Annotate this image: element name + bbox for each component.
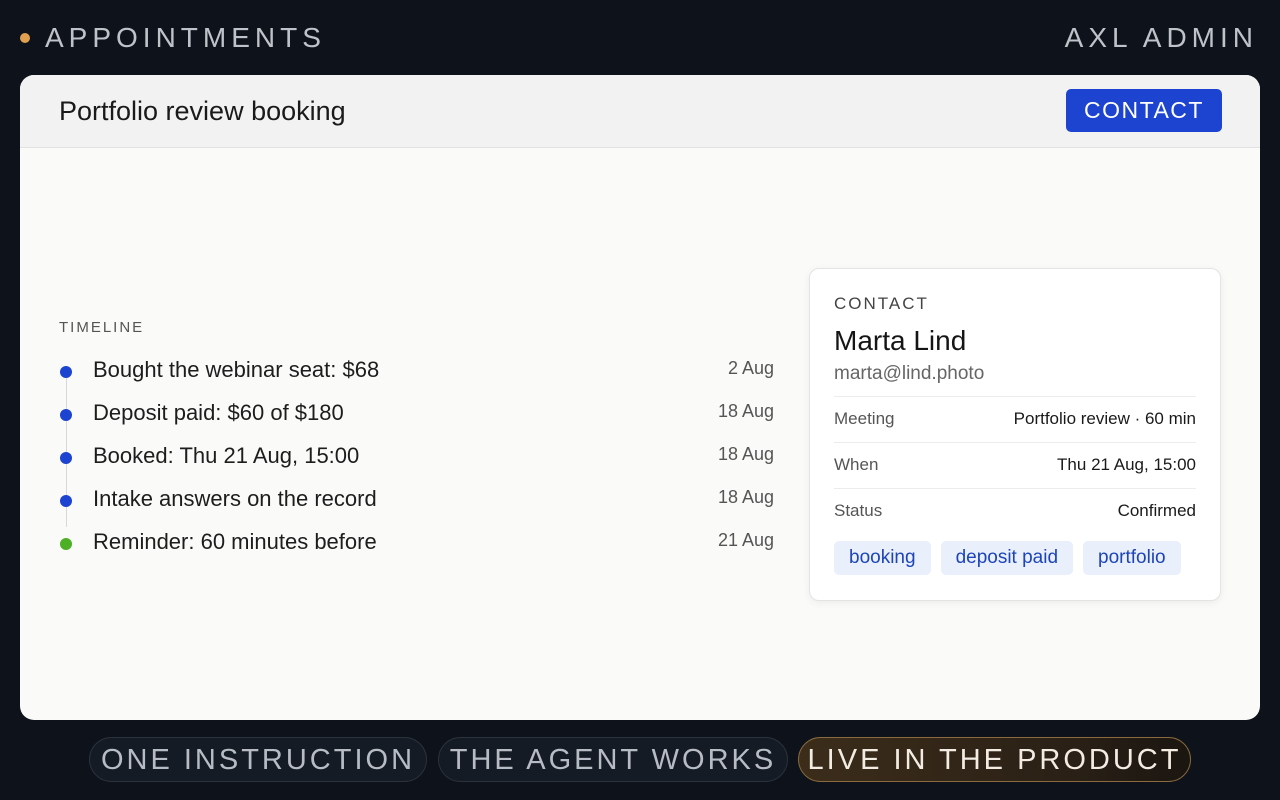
timeline-item-text: Deposit paid: $60 of $180 bbox=[93, 400, 344, 425]
detail-label: Status bbox=[834, 501, 883, 520]
timeline-item-text: Intake answers on the record bbox=[93, 486, 377, 511]
card-kicker: CONTACT bbox=[834, 294, 929, 313]
timeline-item-text: Bought the webinar seat: $68 bbox=[93, 357, 380, 382]
step-pills: ONE INSTRUCTION THE AGENT WORKS LIVE IN … bbox=[0, 737, 1280, 783]
contact-card: CONTACT Marta Lind marta@lind.photo Meet… bbox=[809, 268, 1221, 601]
contact-email[interactable]: marta@lind.photo bbox=[834, 361, 984, 387]
detail-label: Meeting bbox=[834, 409, 895, 428]
contact-name: Marta Lind bbox=[834, 325, 967, 356]
timeline-item: Booked: Thu 21 Aug, 15:00 18 Aug bbox=[20, 439, 780, 469]
step-agent-works[interactable]: THE AGENT WORKS bbox=[438, 737, 788, 782]
timeline-item-date: 18 Aug bbox=[717, 487, 774, 507]
detail-row-meeting: Meeting Portfolio review · 60 min bbox=[834, 396, 1196, 443]
top-bar: APPOINTMENTS AXL ADMIN bbox=[0, 0, 1280, 75]
step-one-instruction[interactable]: ONE INSTRUCTION bbox=[89, 737, 427, 782]
step-live-in-product[interactable]: LIVE IN THE PRODUCT bbox=[798, 737, 1191, 782]
timeline-item: Reminder: 60 minutes before 21 Aug bbox=[20, 525, 780, 555]
detail-label: When bbox=[834, 455, 879, 474]
timeline-item: Intake answers on the record 18 Aug bbox=[20, 482, 780, 512]
contact-button[interactable]: CONTACT bbox=[1066, 89, 1222, 132]
section-title: APPOINTMENTS bbox=[45, 22, 326, 53]
status-dot-icon bbox=[20, 33, 30, 43]
timeline-item-date: 21 Aug bbox=[717, 530, 774, 550]
booking-panel: Portfolio review booking CONTACT TIMELIN… bbox=[20, 75, 1260, 720]
timeline-item-text: Reminder: 60 minutes before bbox=[93, 529, 377, 554]
timeline-item-text: Booked: Thu 21 Aug, 15:00 bbox=[93, 443, 360, 468]
timeline-item-date: 18 Aug bbox=[717, 444, 774, 464]
detail-row-when: When Thu 21 Aug, 15:00 bbox=[834, 442, 1196, 489]
timeline-item: Deposit paid: $60 of $180 18 Aug bbox=[20, 396, 780, 426]
panel-header: Portfolio review booking CONTACT bbox=[20, 75, 1260, 148]
tag-list: booking deposit paid portfolio bbox=[834, 541, 1181, 575]
timeline-dot-icon bbox=[60, 495, 72, 507]
timeline-dot-icon bbox=[60, 452, 72, 464]
timeline-item-date: 2 Aug bbox=[727, 358, 774, 378]
timeline-dot-icon bbox=[60, 366, 72, 378]
status-badge: Confirmed bbox=[1117, 501, 1196, 520]
page-title: Portfolio review booking bbox=[59, 96, 346, 126]
timeline-dot-icon bbox=[60, 538, 72, 550]
tag-portfolio[interactable]: portfolio bbox=[1083, 541, 1181, 575]
timeline-dot-icon bbox=[60, 409, 72, 421]
detail-value: Thu 21 Aug, 15:00 bbox=[1057, 455, 1196, 474]
detail-row-status: Status Confirmed bbox=[834, 488, 1196, 535]
detail-value: Portfolio review · 60 min bbox=[1013, 409, 1196, 428]
brand-name: AXL ADMIN bbox=[1064, 22, 1258, 53]
timeline-item-date: 18 Aug bbox=[717, 401, 774, 421]
timeline-item: Bought the webinar seat: $68 2 Aug bbox=[20, 353, 780, 383]
tag-booking[interactable]: booking bbox=[834, 541, 931, 575]
tag-deposit-paid[interactable]: deposit paid bbox=[940, 541, 1074, 575]
timeline-label: TIMELINE bbox=[59, 319, 145, 336]
